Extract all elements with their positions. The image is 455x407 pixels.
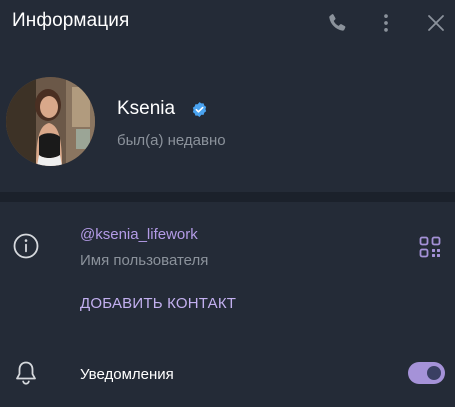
toggle-knob — [425, 364, 443, 382]
more-button[interactable] — [371, 8, 401, 38]
section-divider — [0, 192, 455, 202]
phone-icon — [329, 14, 346, 31]
qr-code-icon[interactable] — [419, 236, 441, 258]
profile-name: Ksenia — [117, 98, 176, 119]
profile-status: был(а) недавно — [117, 132, 226, 149]
info-panel: Информация Ksenia был(а) недавно @ksenia… — [0, 0, 455, 407]
info-icon — [13, 233, 39, 259]
call-button[interactable] — [322, 8, 352, 38]
close-icon — [428, 15, 444, 31]
profile-section: Ksenia был(а) недавно — [0, 46, 455, 192]
verified-badge-icon — [192, 102, 207, 117]
page-title: Информация — [12, 10, 130, 31]
header: Информация — [0, 0, 455, 46]
notifications-toggle[interactable] — [408, 362, 445, 384]
username-caption: Имя пользователя — [80, 252, 209, 269]
username-link[interactable]: @ksenia_lifework — [80, 226, 198, 243]
avatar[interactable] — [6, 77, 95, 166]
close-button[interactable] — [421, 8, 451, 38]
notifications-label: Уведомления — [80, 366, 174, 383]
bell-icon — [16, 361, 36, 385]
add-contact-button[interactable]: ДОБАВИТЬ КОНТАКТ — [80, 295, 236, 312]
more-vertical-icon — [384, 14, 388, 32]
